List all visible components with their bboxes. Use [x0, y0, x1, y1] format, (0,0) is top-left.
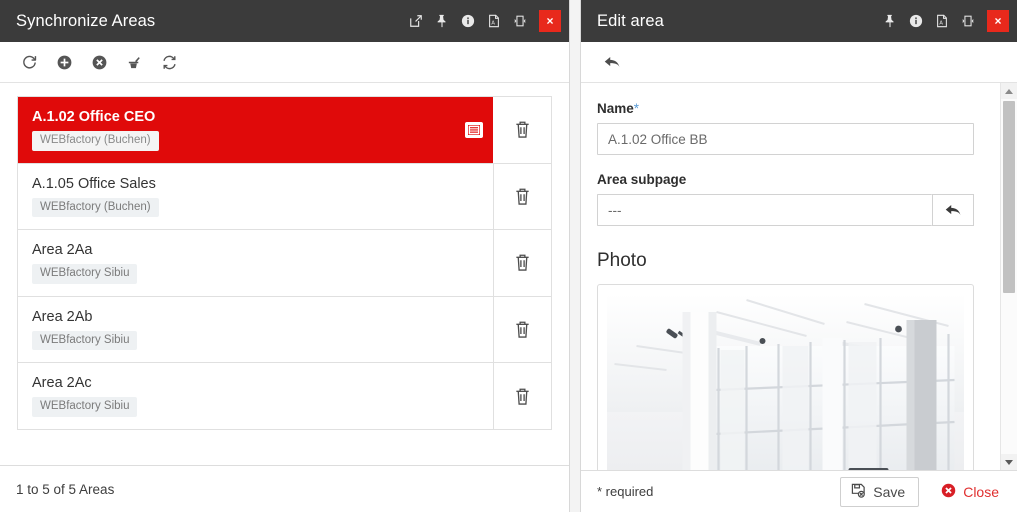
area-source-badge: WEBfactory Sibiu: [32, 330, 138, 351]
pin-icon[interactable]: [878, 8, 902, 34]
save-icon: [851, 483, 866, 501]
area-source-badge: WEBfactory (Buchen): [32, 130, 159, 151]
left-panel-titlebar: Synchronize Areas A ×: [0, 0, 569, 42]
right-panel-close-button[interactable]: ×: [987, 10, 1009, 32]
clean-icon[interactable]: [123, 51, 145, 73]
chevron-up-icon: [1005, 88, 1013, 94]
row-content[interactable]: Area 2Aa WEBfactory Sibiu: [18, 230, 493, 296]
table-row[interactable]: A.1.02 Office CEO WEBfactory (Buchen): [18, 97, 551, 164]
area-subpage-input[interactable]: [597, 194, 932, 226]
expand-icon[interactable]: [508, 8, 532, 34]
delete-row-button[interactable]: [493, 363, 551, 429]
delete-row-button[interactable]: [493, 97, 551, 163]
row-content[interactable]: Area 2Ab WEBfactory Sibiu: [18, 297, 493, 363]
delete-row-button[interactable]: [493, 230, 551, 296]
list-toolbar: [0, 42, 569, 83]
info-icon[interactable]: [456, 8, 480, 34]
area-title: Area 2Ac: [32, 375, 92, 392]
area-source-badge: WEBfactory (Buchen): [32, 197, 159, 218]
area-title: Area 2Aa: [32, 242, 93, 259]
areas-list: A.1.02 Office CEO WEBfactory (Buchen) A.…: [0, 83, 569, 465]
table-row[interactable]: Area 2Ac WEBfactory Sibiu: [18, 363, 551, 430]
name-field-group: Name*: [597, 101, 974, 155]
edit-area-form: Name* Area subpage Phot: [581, 83, 1000, 470]
table-row[interactable]: Area 2Ab WEBfactory Sibiu: [18, 296, 551, 364]
row-content[interactable]: A.1.05 Office Sales WEBfactory (Buchen): [18, 164, 493, 230]
area-subpage-label: Area subpage: [597, 172, 687, 187]
close-button[interactable]: Close: [929, 478, 1005, 506]
svg-text:A: A: [491, 21, 495, 27]
application-window: Synchronize Areas A × A.1.02 Office CEO …: [0, 0, 1017, 512]
popout-icon[interactable]: [404, 8, 428, 34]
areas-list-frame: A.1.02 Office CEO WEBfactory (Buchen) A.…: [17, 96, 552, 430]
info-icon[interactable]: [904, 8, 928, 34]
row-content[interactable]: Area 2Ac WEBfactory Sibiu: [18, 363, 493, 429]
pdf-icon[interactable]: A: [482, 8, 506, 34]
list-detail-icon[interactable]: [465, 121, 483, 138]
name-input[interactable]: [597, 123, 974, 155]
svg-text:A: A: [939, 21, 943, 27]
area-title: A.1.02 Office CEO: [32, 109, 156, 125]
required-mark: *: [633, 101, 640, 116]
scroll-up-button[interactable]: [1001, 83, 1017, 99]
area-source-badge: WEBfactory Sibiu: [32, 397, 138, 417]
form-footer: * required Save Close: [581, 470, 1017, 512]
right-panel-titlebar: Edit area A ×: [581, 0, 1017, 42]
save-button-label: Save: [873, 483, 906, 500]
back-arrow-icon[interactable]: [601, 51, 623, 73]
form-toolbar: [581, 42, 1017, 83]
scrollbar-thumb[interactable]: [1003, 101, 1015, 293]
area-subpage-field-group: Area subpage: [597, 172, 974, 226]
pin-icon[interactable]: [430, 8, 454, 34]
left-panel-close-button[interactable]: ×: [539, 10, 561, 32]
right-panel-title: Edit area: [597, 11, 664, 30]
photo-section-title: Photo: [597, 250, 647, 271]
photo-container: [597, 284, 974, 470]
left-panel-title: Synchronize Areas: [16, 11, 156, 30]
synchronize-areas-panel: Synchronize Areas A × A.1.02 Office CEO …: [0, 0, 570, 512]
form-scroll-area: Name* Area subpage Phot: [581, 83, 1017, 470]
table-row[interactable]: Area 2Aa WEBfactory Sibiu: [18, 230, 551, 297]
expand-icon[interactable]: [956, 8, 980, 34]
area-title: Area 2Ab: [32, 308, 93, 325]
right-titlebar-icons: A ×: [878, 8, 1011, 34]
pdf-icon[interactable]: A: [930, 8, 954, 34]
area-subpage-control: [597, 194, 974, 226]
sync-icon[interactable]: [158, 51, 180, 73]
table-row[interactable]: A.1.05 Office Sales WEBfactory (Buchen): [18, 163, 551, 231]
name-label: Name*: [597, 101, 974, 116]
scrollbar-track[interactable]: [1001, 99, 1017, 454]
area-photo: [607, 294, 964, 470]
edit-area-panel: Edit area A × Name* A.1.02 Office BB Are…: [580, 0, 1017, 512]
close-circle-icon: [941, 483, 956, 501]
delete-row-button[interactable]: [493, 296, 551, 363]
save-button[interactable]: Save: [840, 476, 920, 507]
area-title: A.1.05 Office Sales: [32, 175, 156, 192]
add-icon[interactable]: [53, 51, 75, 73]
row-content[interactable]: A.1.02 Office CEO WEBfactory (Buchen): [18, 97, 493, 163]
delete-icon[interactable]: [88, 51, 110, 73]
list-footer: 1 to 5 of 5 Areas: [0, 465, 569, 512]
record-count-status: 1 to 5 of 5 Areas: [16, 481, 115, 497]
area-source-badge: WEBfactory Sibiu: [32, 264, 138, 284]
chevron-down-icon: [1005, 459, 1013, 465]
form-scrollbar[interactable]: [1000, 83, 1017, 470]
name-label-text: Name: [597, 101, 634, 116]
required-note: * required: [597, 484, 654, 499]
area-subpage-back-arrow-icon[interactable]: [932, 194, 974, 226]
scroll-down-button[interactable]: [1001, 454, 1017, 470]
left-titlebar-icons: A ×: [404, 8, 563, 34]
close-button-label: Close: [963, 483, 999, 500]
delete-row-button[interactable]: [493, 163, 551, 230]
reload-icon[interactable]: [18, 51, 40, 73]
office-photo-illustration: [607, 294, 964, 470]
